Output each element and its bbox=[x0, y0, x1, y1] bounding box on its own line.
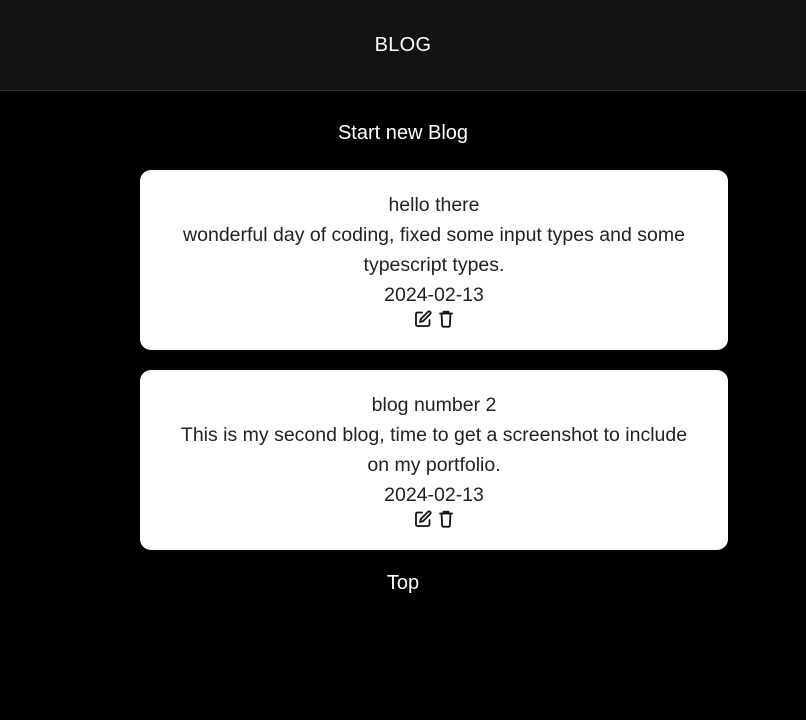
edit-icon[interactable] bbox=[413, 309, 433, 329]
blog-title: hello there bbox=[388, 194, 480, 216]
app-title: BLOG bbox=[374, 33, 432, 56]
blog-card: blog number 2 This is my second blog, ti… bbox=[140, 370, 728, 550]
blog-body: wonderful day of coding, fixed some inpu… bbox=[183, 224, 685, 276]
blog-card: hello there wonderful day of coding, fix… bbox=[140, 170, 728, 350]
trash-icon[interactable] bbox=[436, 509, 456, 529]
blog-date: 2024-02-13 bbox=[384, 284, 484, 306]
back-to-top-link[interactable]: Top bbox=[0, 572, 806, 595]
edit-icon[interactable] bbox=[413, 509, 433, 529]
start-new-blog-button[interactable]: Start new Blog bbox=[0, 122, 806, 145]
blog-actions bbox=[140, 308, 728, 330]
blog-title: blog number 2 bbox=[371, 394, 497, 416]
trash-icon[interactable] bbox=[436, 309, 456, 329]
app-header: BLOG bbox=[0, 0, 806, 91]
blog-body: This is my second blog, time to get a sc… bbox=[180, 424, 688, 476]
blog-date: 2024-02-13 bbox=[384, 484, 484, 506]
blog-actions bbox=[140, 508, 728, 530]
